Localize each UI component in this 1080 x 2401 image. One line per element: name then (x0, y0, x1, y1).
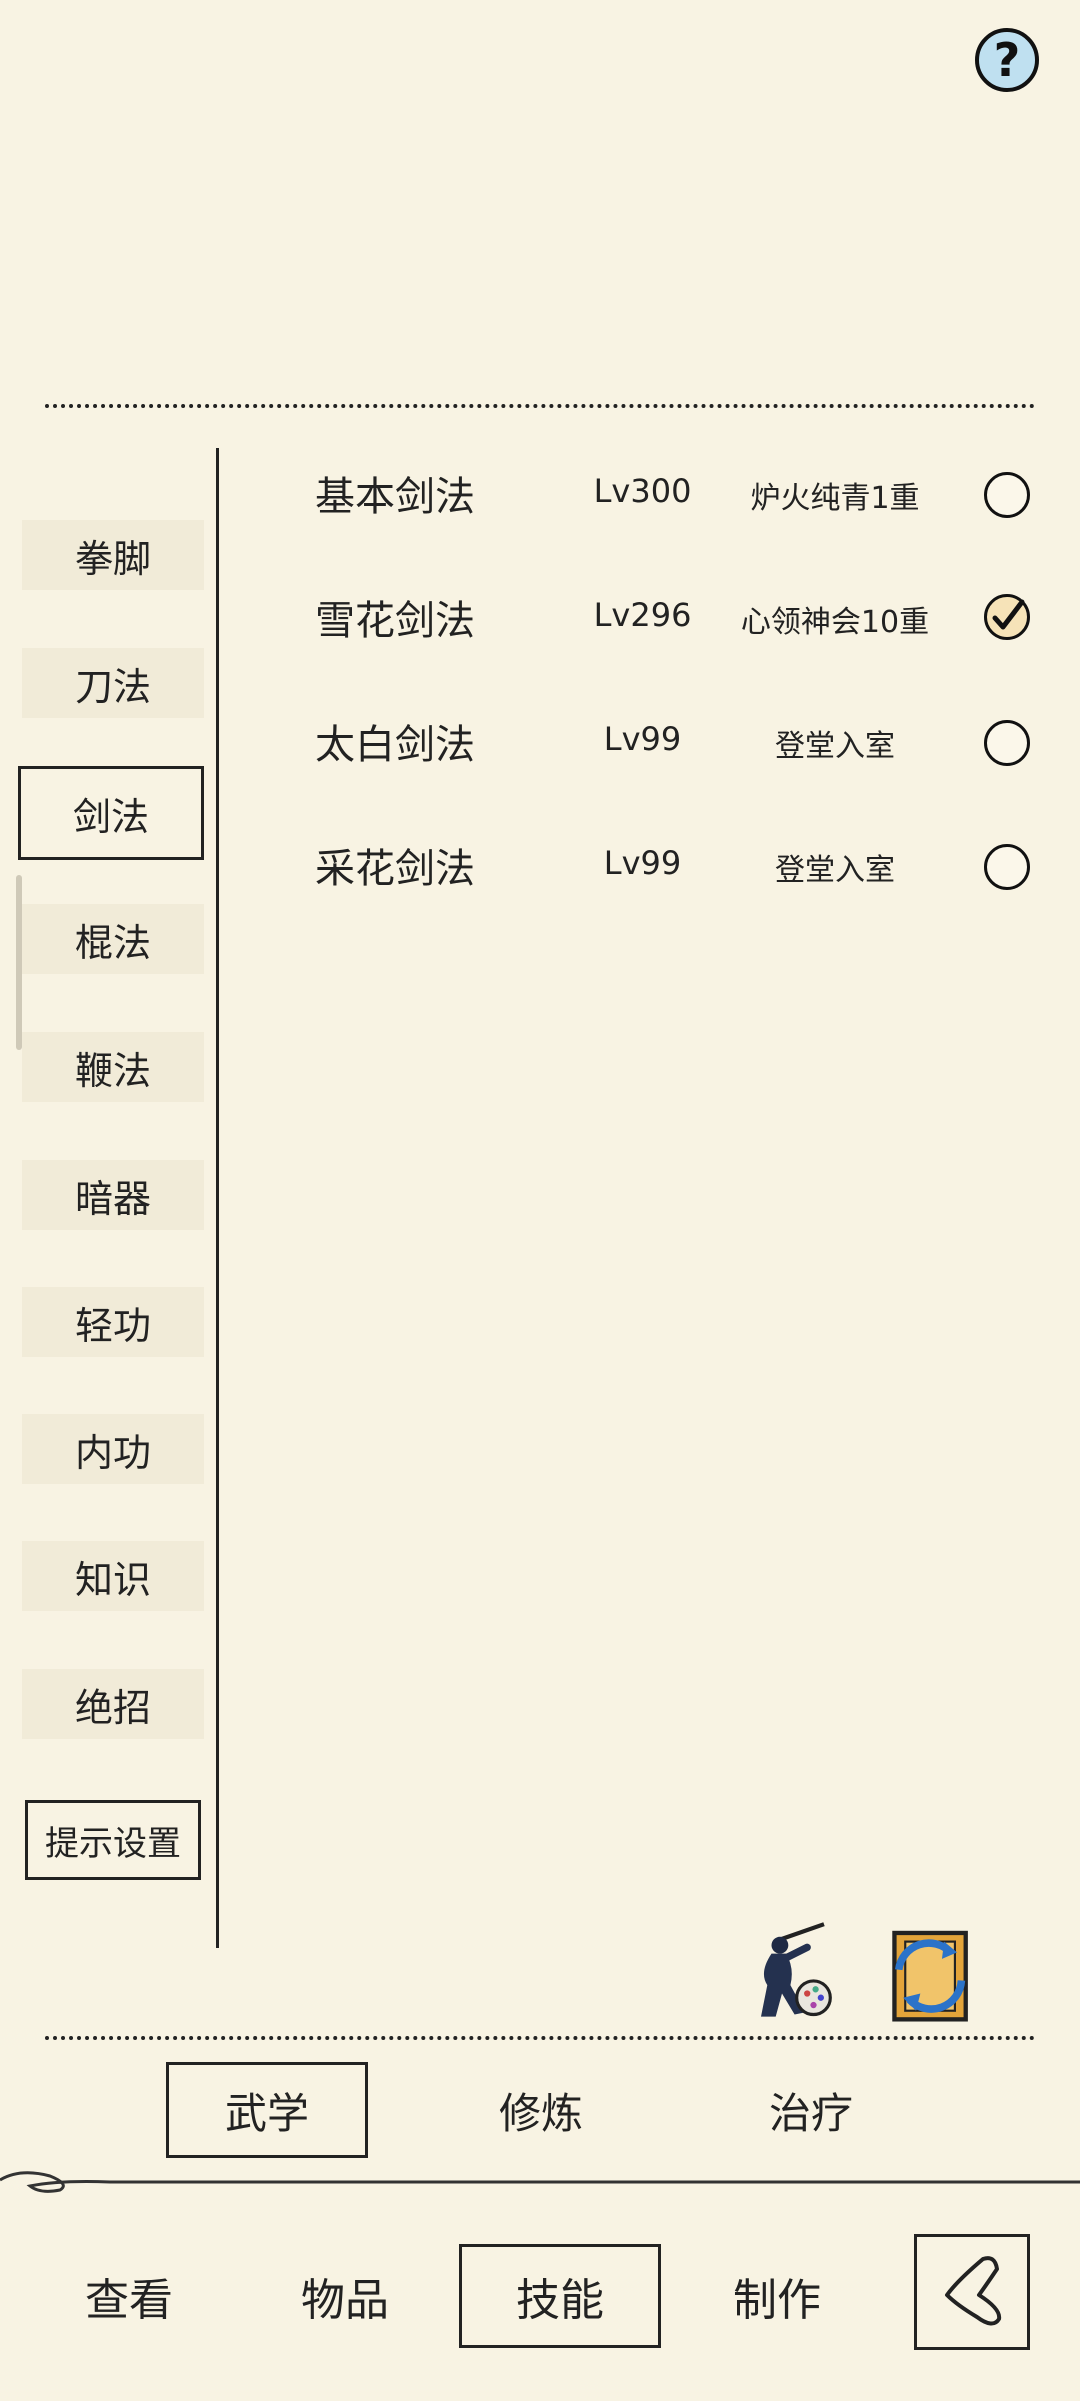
category-label: 内功 (74, 1430, 151, 1475)
skill-state: 登堂入室 (775, 853, 895, 888)
category-label: 剑法 (72, 794, 149, 839)
category-neigong[interactable]: 内功 (22, 1414, 204, 1484)
subtab-label: 治疗 (768, 2088, 853, 2138)
category-daofa[interactable]: 刀法 (22, 648, 204, 718)
category-juezhao[interactable]: 绝招 (22, 1669, 204, 1739)
category-label: 暗器 (74, 1176, 151, 1221)
category-label: 刀法 (74, 664, 151, 709)
vertical-divider (216, 448, 219, 1948)
hint-settings-button[interactable]: 提示设置 (25, 1800, 201, 1880)
skill-level: Lv300 (593, 472, 692, 510)
nav-label: 制作 (733, 2275, 821, 2326)
skill-state: 炉火纯青1重 (750, 481, 920, 516)
nav-skills[interactable]: 技能 (459, 2244, 661, 2348)
nav-items[interactable]: 物品 (244, 2244, 446, 2348)
nav-label: 技能 (516, 2275, 604, 2326)
skill-level: Lv296 (593, 596, 692, 634)
brush-divider (0, 2171, 1080, 2193)
back-chevron-icon (945, 2256, 1002, 2326)
category-anqi[interactable]: 暗器 (22, 1160, 204, 1230)
category-label: 知识 (74, 1557, 151, 1602)
category-qinggong[interactable]: 轻功 (22, 1287, 204, 1357)
subtab-label: 武学 (224, 2088, 309, 2138)
skill-checkbox[interactable] (984, 594, 1030, 640)
category-label: 轻功 (74, 1303, 151, 1348)
bottom-divider (45, 2036, 1035, 2040)
skill-checkbox[interactable] (984, 720, 1030, 766)
help-button[interactable]: ? (975, 28, 1039, 92)
hint-settings-label: 提示设置 (45, 1823, 181, 1864)
nav-view[interactable]: 查看 (28, 2244, 230, 2348)
category-label: 拳脚 (74, 536, 151, 581)
subtab-label: 修炼 (498, 2088, 583, 2138)
category-bianfa[interactable]: 鞭法 (22, 1032, 204, 1102)
skill-state: 心领神会10重 (740, 605, 930, 640)
category-zhishi[interactable]: 知识 (22, 1541, 204, 1611)
checkmark-icon (992, 599, 1025, 630)
top-divider (45, 404, 1035, 408)
skill-level: Lv99 (603, 720, 682, 758)
skill-checkbox[interactable] (984, 844, 1030, 890)
skill-level: Lv99 (603, 844, 682, 882)
category-quanjiao[interactable]: 拳脚 (22, 520, 204, 590)
swordsman-icon[interactable] (740, 1920, 845, 2025)
nav-label: 物品 (301, 2275, 389, 2326)
back-button[interactable] (914, 2234, 1030, 2350)
skill-name[interactable]: 太白剑法 (315, 712, 475, 770)
category-label: 鞭法 (74, 1048, 151, 1093)
category-label: 绝招 (74, 1685, 151, 1730)
swap-book-icon[interactable] (875, 1920, 983, 2028)
nav-craft[interactable]: 制作 (676, 2244, 878, 2348)
skill-name[interactable]: 采花剑法 (315, 836, 475, 894)
subtab-zhiliao[interactable]: 治疗 (710, 2062, 912, 2158)
category-jianfa[interactable]: 剑法 (18, 766, 204, 860)
skill-name[interactable]: 基本剑法 (315, 464, 475, 522)
category-label: 棍法 (74, 920, 151, 965)
question-icon: ? (993, 33, 1021, 87)
subtab-wuxue[interactable]: 武学 (166, 2062, 368, 2158)
nav-label: 查看 (85, 2275, 173, 2326)
category-gunfa[interactable]: 棍法 (22, 904, 204, 974)
skill-name[interactable]: 雪花剑法 (315, 588, 475, 646)
skill-state: 登堂入室 (775, 729, 895, 764)
subtab-xiulian[interactable]: 修炼 (440, 2062, 642, 2158)
skill-checkbox[interactable] (984, 472, 1030, 518)
